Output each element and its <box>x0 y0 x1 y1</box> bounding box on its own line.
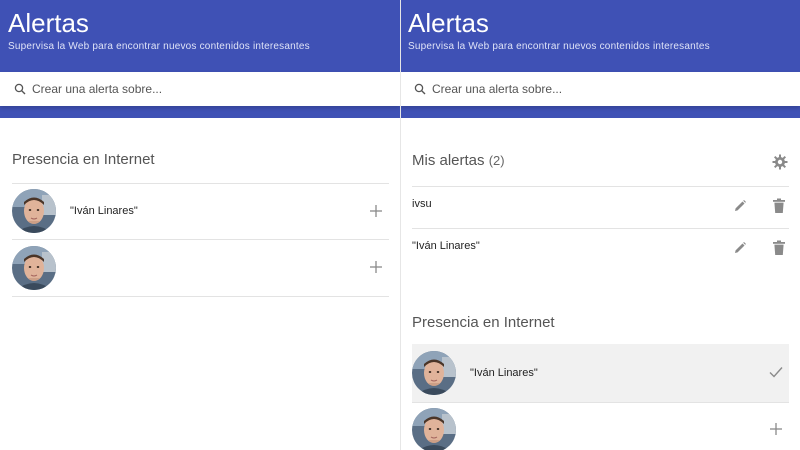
avatar <box>412 408 456 450</box>
search-bar <box>400 72 800 106</box>
my-alerts-count: (2) <box>488 153 505 168</box>
my-alerts-title: Mis alertas (2) <box>412 152 505 169</box>
list-item[interactable] <box>412 408 789 450</box>
search-icon <box>414 83 426 95</box>
page-subtitle: Supervisa la Web para encontrar nuevos c… <box>8 41 310 52</box>
divider <box>412 402 789 403</box>
page-subtitle: Supervisa la Web para encontrar nuevos c… <box>408 41 710 52</box>
avatar <box>412 351 456 395</box>
divider <box>412 186 789 187</box>
list-item-label: "Iván Linares" <box>470 367 538 379</box>
avatar <box>12 189 56 233</box>
check-icon[interactable] <box>765 361 787 383</box>
search-bar <box>0 72 400 106</box>
left-panel: Alertas Supervisa la Web para encontrar … <box>0 0 400 450</box>
add-icon[interactable] <box>365 200 387 222</box>
divider <box>412 228 789 229</box>
list-item[interactable] <box>12 246 389 290</box>
presence-title: Presencia en Internet <box>12 151 155 168</box>
search-icon <box>14 83 26 95</box>
gear-icon[interactable] <box>769 151 791 173</box>
presence-title: Presencia en Internet <box>412 314 555 331</box>
trash-icon[interactable] <box>768 195 790 217</box>
page-title: Alertas <box>8 8 89 38</box>
avatar <box>12 246 56 290</box>
add-icon[interactable] <box>365 256 387 278</box>
divider <box>12 239 389 240</box>
alert-item-label[interactable]: ivsu <box>412 198 432 210</box>
add-icon[interactable] <box>765 418 787 440</box>
divider <box>12 296 389 297</box>
page-title: Alertas <box>408 8 489 38</box>
list-item-label: "Iván Linares" <box>70 205 138 217</box>
search-input[interactable] <box>432 82 772 96</box>
list-item[interactable]: "Iván Linares" <box>12 189 389 233</box>
trash-icon[interactable] <box>768 237 790 259</box>
pencil-icon[interactable] <box>729 237 751 259</box>
alert-item-label[interactable]: "Iván Linares" <box>412 240 480 252</box>
list-item-selected[interactable]: "Iván Linares" <box>412 351 789 395</box>
divider <box>12 183 389 184</box>
right-panel: Alertas Supervisa la Web para encontrar … <box>400 0 800 450</box>
pencil-icon[interactable] <box>729 195 751 217</box>
my-alerts-title-text: Mis alertas <box>412 152 485 169</box>
search-input[interactable] <box>32 82 372 96</box>
